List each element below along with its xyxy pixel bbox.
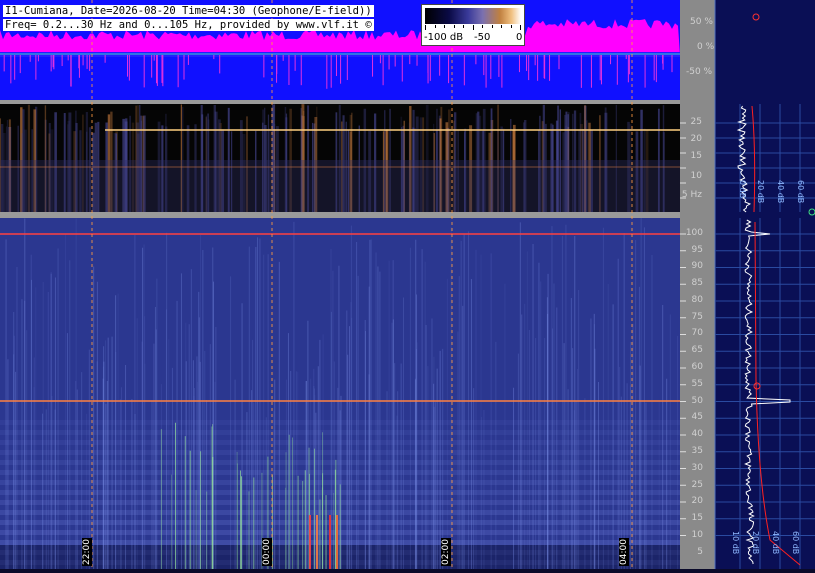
panel-separator-top bbox=[0, 100, 680, 104]
hf-axis-label-90: 90 bbox=[691, 261, 703, 271]
lf-axis-label-10: 10 bbox=[690, 171, 702, 181]
hf-axis-label-30: 30 bbox=[691, 463, 703, 473]
frequency-info-line: Freq= 0.2...30 Hz and 0...105 Hz, provid… bbox=[3, 19, 374, 31]
spectrum-db-label-0: 0 dB bbox=[738, 180, 747, 199]
vlf-spectrogram-window: I1-Cumiana, Date=2026-08-20 Time=04:30 (… bbox=[0, 0, 815, 569]
colorbar-tick bbox=[463, 25, 464, 28]
colorbar-ticks bbox=[425, 25, 521, 30]
time-label-0200: 02:00 bbox=[441, 538, 451, 566]
colorbar-label-max: 0 bbox=[516, 32, 523, 43]
time-label-2200: 22:00 bbox=[82, 538, 92, 566]
colorbar-tick bbox=[491, 25, 493, 28]
colorbar-tick bbox=[444, 25, 445, 28]
colorbar-tick bbox=[501, 25, 502, 28]
spectrum-db-label-40: 40 dB bbox=[776, 180, 785, 204]
colorbar-tick bbox=[482, 25, 483, 28]
hf-axis-label-80: 80 bbox=[691, 295, 703, 305]
spectrum-db-label-b60: 60 dB bbox=[791, 531, 800, 555]
colorbar-tick bbox=[510, 25, 512, 28]
panel-separator-bottom bbox=[0, 212, 680, 218]
hf-axis-label-20: 20 bbox=[691, 496, 703, 506]
colorbar-label-min: -100 dB bbox=[424, 32, 464, 43]
hf-axis-label-55: 55 bbox=[691, 379, 703, 389]
colorbar-tick bbox=[472, 25, 474, 30]
hf-axis-label-70: 70 bbox=[691, 328, 703, 338]
lf-axis-label-5: 5 Hz bbox=[681, 190, 702, 200]
lf-axis-label-15: 15 bbox=[690, 151, 702, 161]
hf-axis-label-85: 85 bbox=[691, 278, 703, 288]
hf-axis-label-75: 75 bbox=[691, 312, 703, 322]
colorbar-gradient bbox=[425, 8, 521, 24]
hf-axis-label-5: 5 bbox=[697, 547, 703, 557]
colorbar-tick bbox=[425, 25, 426, 30]
hf-axis-label-65: 65 bbox=[691, 345, 703, 355]
spectrum-db-label-60: 60 dB bbox=[796, 180, 805, 204]
colorbar-tick bbox=[453, 25, 455, 28]
colorbar-label-mid: -50 bbox=[474, 32, 491, 43]
hf-axis-label-60: 60 bbox=[691, 362, 703, 372]
colorbar-legend: -100 dB -50 0 bbox=[421, 4, 525, 46]
colorbar-tick bbox=[520, 25, 521, 30]
spectrum-db-label-b20: 20 dB bbox=[751, 531, 760, 555]
spectrum-db-label-b10: 10 dB bbox=[731, 531, 740, 555]
lf-axis-label-25: 25 bbox=[690, 117, 702, 127]
amplitude-label-0: 0 % bbox=[697, 42, 715, 52]
time-label-0000: 00:00 bbox=[262, 538, 272, 566]
colorbar-tick bbox=[434, 25, 436, 28]
amplitude-label-50: 50 % bbox=[690, 17, 713, 27]
hf-axis-label-45: 45 bbox=[691, 412, 703, 422]
hf-axis-label-25: 25 bbox=[691, 480, 703, 490]
lf-noise-floor bbox=[0, 160, 680, 212]
hf-axis-label-40: 40 bbox=[691, 429, 703, 439]
hf-axis-label-95: 95 bbox=[691, 245, 703, 255]
hf-axis-label-15: 15 bbox=[691, 513, 703, 523]
hf-axis-label-50: 50 bbox=[691, 396, 703, 406]
hf-axis-label-10: 10 bbox=[691, 530, 703, 540]
hf-axis-label-100: 100 bbox=[685, 228, 703, 238]
lf-axis-label-20: 20 bbox=[690, 134, 702, 144]
amplitude-label-minus50: -50 % bbox=[686, 67, 713, 77]
spectrum-db-label-20: 20 dB bbox=[756, 180, 765, 204]
time-label-0400: 04:00 bbox=[619, 538, 629, 566]
hf-axis-label-35: 35 bbox=[691, 446, 703, 456]
station-info-title: I1-Cumiana, Date=2026-08-20 Time=04:30 (… bbox=[3, 5, 374, 17]
spectrum-db-label-b40: 40 dB bbox=[771, 531, 780, 555]
